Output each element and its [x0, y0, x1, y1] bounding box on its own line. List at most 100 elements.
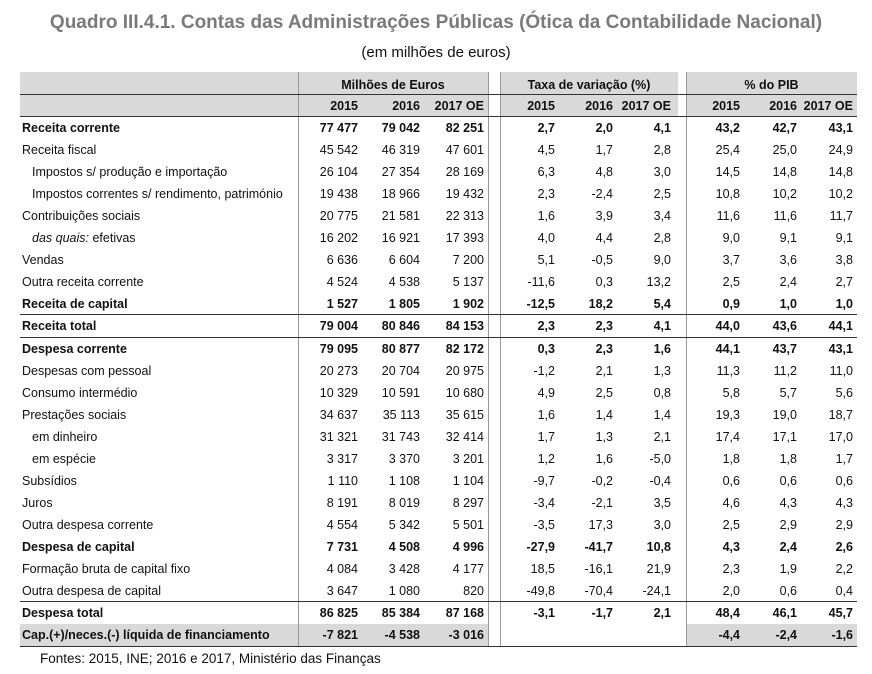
table-cell: 1,2 — [537, 451, 555, 466]
table-cell: 45,7 — [828, 606, 853, 621]
row-label: Despesa corrente — [22, 341, 127, 356]
table-cell: 43,1 — [828, 121, 853, 135]
table-cell: 3 317 — [326, 451, 358, 466]
table-cell: -12,5 — [526, 297, 556, 312]
table-cell: -3,1 — [533, 606, 555, 621]
table-cell: 5,8 — [722, 385, 740, 400]
table-cell: 4,1 — [653, 319, 671, 334]
table-cell: 2,3 — [537, 187, 555, 202]
table-cell: 9,1 — [835, 231, 853, 246]
table-cell: -11,6 — [527, 275, 555, 290]
table-cell: -16,1 — [584, 562, 614, 576]
table-cell: 19,0 — [772, 407, 797, 422]
table-cell: 1,0 — [835, 297, 853, 312]
year-header: 2017 OE — [434, 99, 484, 113]
table-cell: 9,0 — [653, 253, 671, 268]
table-cell: 31 321 — [319, 429, 358, 444]
table-cell: 1 527 — [326, 297, 358, 312]
table-cell: 11,0 — [829, 363, 853, 378]
table-cell: -4,4 — [718, 628, 740, 643]
row-label: Consumo intermédio — [22, 385, 138, 400]
table-cell: 11,6 — [773, 209, 797, 224]
table-cell: 2,5 — [722, 275, 740, 290]
table-cell: 4,3 — [779, 495, 797, 510]
table-cell: 3 428 — [388, 562, 420, 576]
table-cell: 10,2 — [772, 187, 797, 202]
table-cell: 1,4 — [595, 407, 613, 422]
table-cell: 25,4 — [715, 143, 740, 158]
table-cell: 14,8 — [828, 165, 853, 180]
table-cell: 46 319 — [381, 143, 420, 158]
table-cell: -27,9 — [526, 539, 556, 554]
rule-before-despesa-total — [20, 601, 857, 603]
row-label: Juros — [22, 495, 53, 510]
table-cell: 79 042 — [381, 121, 420, 135]
table-cell: 1,6 — [653, 341, 671, 356]
table-cell: 79 095 — [319, 341, 358, 356]
table-cell: 2,7 — [835, 275, 853, 290]
table-cell: 27 354 — [381, 165, 420, 180]
row-label: Prestações sociais — [22, 407, 127, 422]
table-cell: 79 004 — [319, 319, 358, 334]
table-cell: 1,6 — [537, 407, 555, 422]
table-cell: 80 877 — [381, 341, 420, 356]
table-cell: -9,7 — [533, 473, 555, 488]
year-header: 2016 — [585, 99, 613, 113]
table-cell: 4,9 — [537, 385, 555, 400]
table-cell: 34 637 — [319, 407, 358, 422]
table-cell: 82 251 — [445, 121, 484, 135]
table-cell: 20 775 — [319, 209, 358, 224]
table-cell: 4,1 — [653, 121, 671, 135]
table-cell: 48,4 — [715, 606, 740, 621]
table-cell: 17,4 — [715, 429, 740, 444]
table-cell: 1,6 — [595, 451, 613, 466]
table-cell: 16 921 — [381, 231, 420, 246]
table-cell: 4 554 — [326, 517, 358, 532]
table-cell: 10 591 — [381, 385, 420, 400]
table-cell: 1,8 — [722, 451, 740, 466]
table-cell: 0,8 — [653, 385, 671, 400]
table-cell: 6 604 — [388, 253, 420, 268]
table-cell: 35 615 — [445, 407, 484, 422]
table-cell: 1,8 — [779, 451, 797, 466]
table-cell: 19 438 — [319, 187, 358, 202]
row-label: Receita de capital — [22, 297, 128, 312]
row-label: Receita corrente — [22, 121, 120, 135]
table-cell: 1,7 — [835, 451, 853, 466]
table-cell: 8 019 — [388, 495, 420, 510]
row-label: Despesas com pessoal — [22, 363, 152, 378]
table-cell: 3,7 — [722, 253, 740, 268]
row-label: em espécie — [32, 451, 96, 466]
table-cell: -24,1 — [642, 584, 672, 599]
table-cell: 11,3 — [716, 363, 740, 378]
year-header: 2017 OE — [803, 99, 853, 113]
table-cell: 11,7 — [829, 209, 853, 224]
group-header: % do PIB — [744, 78, 799, 92]
column-divider — [686, 72, 687, 646]
table-cell: 1,3 — [595, 429, 613, 444]
row-label: Impostos s/ produção e importação — [32, 165, 228, 180]
table-cell: 18 966 — [381, 187, 420, 202]
table-bottom-rule — [20, 646, 857, 648]
table-cell: 14,5 — [715, 165, 740, 180]
table-cell: 10,8 — [715, 187, 740, 202]
table-cell: 5,1 — [537, 253, 555, 268]
table-cell: 35 113 — [382, 407, 420, 422]
table-cell: 7 200 — [452, 253, 484, 268]
table-cell: 17,1 — [772, 429, 797, 444]
table-cell: 1,0 — [779, 297, 797, 312]
table-cell: -1,7 — [591, 606, 613, 621]
row-label: das quais: efetivas — [32, 231, 136, 245]
year-header: 2015 — [712, 99, 740, 113]
table-cell: 2,9 — [835, 517, 853, 532]
row-label: Formação bruta de capital fixo — [22, 562, 191, 576]
table-cell: 16 202 — [319, 231, 358, 246]
table-cell: 22 313 — [445, 209, 484, 224]
table-cell: 6,3 — [537, 165, 555, 180]
table-cell: 4 996 — [452, 539, 484, 554]
table-cell: 42,7 — [772, 121, 797, 135]
year-header: 2017 OE — [621, 99, 671, 113]
table-cell: 0,3 — [595, 275, 613, 290]
table-cell: 26 104 — [319, 165, 358, 180]
group-header: Taxa de variação (%) — [527, 78, 651, 92]
